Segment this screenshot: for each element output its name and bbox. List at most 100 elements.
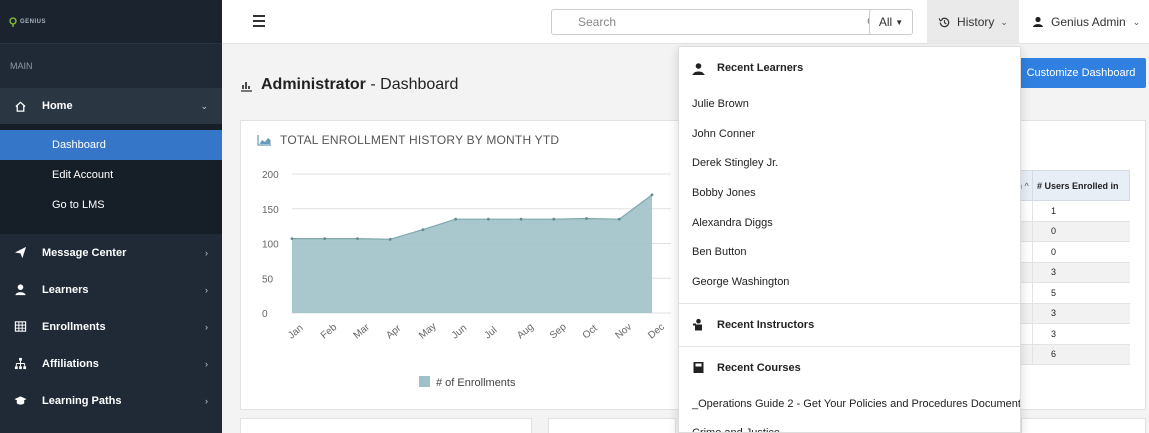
x-tick-label: Aug	[515, 322, 536, 342]
sidebar-item-label: Affiliations	[42, 357, 99, 370]
search-scope-select[interactable]: All ▼	[869, 9, 913, 35]
user-icon	[1032, 16, 1044, 28]
history-icon	[938, 16, 951, 29]
recent-learners-heading: Recent Learners	[679, 47, 1020, 89]
users-enrolled-cell: 3	[1032, 323, 1130, 345]
recent-courses-heading: Recent Courses	[679, 347, 1020, 389]
paper-plane-icon	[10, 246, 30, 259]
y-tick-label: 150	[262, 205, 279, 216]
sidebar-item-label: Learners	[42, 283, 89, 296]
data-point	[650, 193, 654, 197]
x-tick-label: Feb	[319, 322, 340, 342]
data-point	[421, 228, 425, 231]
users-enrolled-cell: 6	[1032, 344, 1130, 365]
user-icon	[10, 283, 30, 296]
chevron-down-icon: ⌄	[1000, 16, 1008, 27]
sitemap-icon	[10, 357, 30, 370]
table-row: 3	[1016, 262, 1130, 283]
data-point	[486, 217, 490, 221]
history-dropdown-menu: Recent Learners Julie Brown John Conner De…	[678, 46, 1021, 433]
legend-swatch	[419, 376, 430, 387]
users-enrolled-cell: 3	[1032, 303, 1130, 324]
recent-learner-item[interactable]: Ben Button	[679, 237, 1020, 267]
users-enrolled-cell: 0	[1032, 221, 1130, 242]
x-tick-label: Jun	[450, 323, 469, 342]
y-tick-label: 200	[262, 170, 279, 181]
legend-label: # of Enrollments	[436, 377, 516, 389]
sidebar-item-learning-paths[interactable]: Learning Paths ›	[0, 382, 222, 419]
x-tick-label: Jul	[483, 325, 500, 342]
sidebar-item-home[interactable]: Home ⌄	[0, 88, 222, 124]
data-point	[356, 237, 359, 241]
sidebar-item-label: Enrollments	[42, 320, 106, 333]
y-tick-label: 0	[262, 309, 268, 320]
recent-course-item[interactable]: Crime and Justice	[679, 419, 1020, 432]
chevron-right-icon: ›	[205, 395, 208, 406]
sidebar-item-label: Message Center	[42, 246, 127, 259]
x-tick-label: Mar	[352, 322, 373, 342]
sidebar-item-affiliations[interactable]: Affiliations ›	[0, 345, 222, 382]
scope-label: All	[878, 15, 893, 29]
sidebar-header: GENIUS	[0, 0, 222, 44]
data-point	[585, 217, 588, 220]
table-row: 6	[1016, 344, 1130, 365]
customize-dashboard-button[interactable]: Customize Dashboard	[1016, 58, 1146, 88]
history-button[interactable]: History ⌄	[927, 0, 1019, 44]
recent-learner-item[interactable]: Alexandra Diggs	[679, 208, 1020, 238]
recent-instructors-heading: Recent Instructors	[679, 304, 1020, 346]
widget-panel	[240, 418, 532, 433]
y-tick-label: 100	[262, 240, 279, 251]
users-enrolled-cell: 3	[1032, 262, 1130, 283]
menu-toggle-icon[interactable]	[253, 15, 265, 27]
logo-pin-icon	[9, 16, 17, 27]
recent-learner-item[interactable]: Julie Brown	[679, 89, 1020, 119]
chevron-right-icon: ›	[205, 321, 208, 332]
widget-panel	[1021, 418, 1146, 433]
sidebar-subitem-go-to-lms[interactable]: Go to LMS	[0, 190, 222, 220]
x-tick-label: Dec	[646, 322, 667, 342]
recent-learner-item[interactable]: Derek Stingley Jr.	[679, 148, 1020, 178]
chevron-right-icon: ›	[205, 284, 208, 295]
x-tick-label: Nov	[613, 322, 634, 342]
sidebar-item-enrollments[interactable]: Enrollments ›	[0, 308, 222, 345]
data-point	[454, 217, 458, 221]
table-row: 1	[1016, 200, 1130, 222]
genius-logo[interactable]: GENIUS	[8, 16, 47, 27]
x-tick-label: Oct	[581, 323, 600, 342]
panel-title-text: TOTAL ENROLLMENT HISTORY BY MONTH YTD	[280, 133, 560, 147]
user-icon	[692, 62, 705, 75]
recent-learner-item[interactable]: Bobby Jones	[679, 178, 1020, 208]
sidebar-subitem-edit-account[interactable]: Edit Account	[0, 160, 222, 190]
users-enrolled-cell: 5	[1032, 282, 1130, 304]
instructor-icon	[692, 318, 705, 331]
data-point	[617, 217, 621, 221]
data-point	[290, 237, 294, 241]
data-point	[552, 217, 556, 221]
x-tick-label: Apr	[384, 323, 404, 342]
sidebar-item-label: Home	[42, 100, 73, 112]
sidebar-subitem-dashboard[interactable]: Dashboard	[0, 130, 222, 160]
book-icon	[692, 361, 705, 374]
search-input[interactable]	[552, 10, 860, 34]
table-icon	[10, 320, 30, 333]
recent-learner-item[interactable]: John Conner	[679, 119, 1020, 149]
user-menu-button[interactable]: Genius Admin ⌄	[1032, 0, 1140, 44]
page-title: Administrator - Dashboard	[240, 76, 458, 94]
users-enrolled-column-header[interactable]: # Users Enrolled in	[1032, 170, 1130, 201]
data-point	[519, 217, 523, 221]
history-label: History	[957, 15, 995, 29]
users-enrolled-table: h ^ # Users Enrolled in 10035336	[1016, 170, 1130, 365]
logo-text: GENIUS	[20, 18, 47, 25]
top-bar: All▼ History ⌄ Genius Admin ⌄	[222, 0, 1149, 44]
data-point	[323, 237, 327, 241]
table-row: 3	[1016, 323, 1130, 345]
chevron-right-icon: ›	[205, 247, 208, 258]
table-row: 5	[1016, 282, 1130, 304]
recent-learner-item[interactable]: George Washington	[679, 267, 1020, 297]
table-row: 3	[1016, 303, 1130, 324]
recent-course-item[interactable]: _Operations Guide 2 - Get Your Policies …	[679, 389, 1020, 419]
widget-panel	[548, 418, 676, 433]
bar-chart-icon	[240, 79, 253, 92]
sidebar-item-learners[interactable]: Learners ›	[0, 271, 222, 308]
sidebar-item-message-center[interactable]: Message Center ›	[0, 234, 222, 271]
